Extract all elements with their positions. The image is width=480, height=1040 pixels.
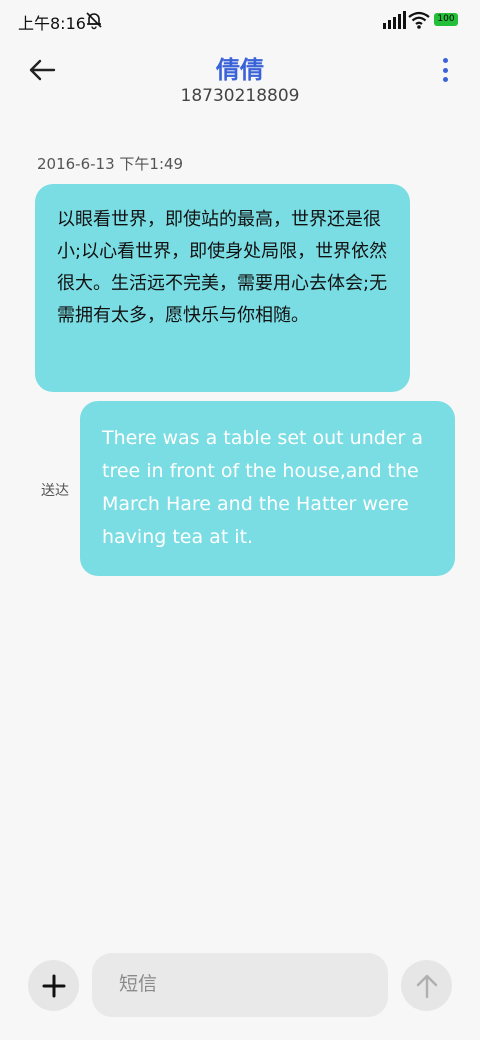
status-time: 上午8:16 <box>18 14 86 33</box>
status-bar: 上午8:16 100 <box>0 0 480 40</box>
sms-input[interactable] <box>92 953 388 1017</box>
arrow-up-icon <box>416 974 437 998</box>
signal-icon <box>383 11 406 29</box>
more-vertical-icon <box>442 58 448 63</box>
message-timestamp: 2016-6-13 下午1:49 <box>37 155 184 173</box>
battery-icon: 100 <box>434 13 458 26</box>
delivery-status: 送达 <box>41 483 69 499</box>
contact-name: 倩倩 <box>216 56 264 84</box>
incoming-message-bubble[interactable]: 以眼看世界，即使站的最高，世界还是很小;以心看世界，即使身处局限，世界依然很大。… <box>35 184 410 392</box>
messaging-screen: 上午8:16 100 倩倩 18730218809 2016-6-13 下午1:… <box>0 0 480 1040</box>
plus-icon <box>42 974 65 997</box>
mute-bell-icon <box>86 12 102 30</box>
send-button[interactable] <box>401 960 452 1011</box>
contact-number: 18730218809 <box>180 86 300 106</box>
outgoing-message-bubble[interactable]: There was a table set out under a tree i… <box>80 401 455 576</box>
outgoing-message-text: There was a table set out under a tree i… <box>102 427 423 548</box>
incoming-message-text: 以眼看世界，即使站的最高，世界还是很小;以心看世界，即使身处局限，世界依然很大。… <box>57 209 388 326</box>
more-options-button[interactable] <box>440 54 450 86</box>
add-attachment-button[interactable] <box>28 960 79 1011</box>
wifi-icon <box>408 11 430 29</box>
